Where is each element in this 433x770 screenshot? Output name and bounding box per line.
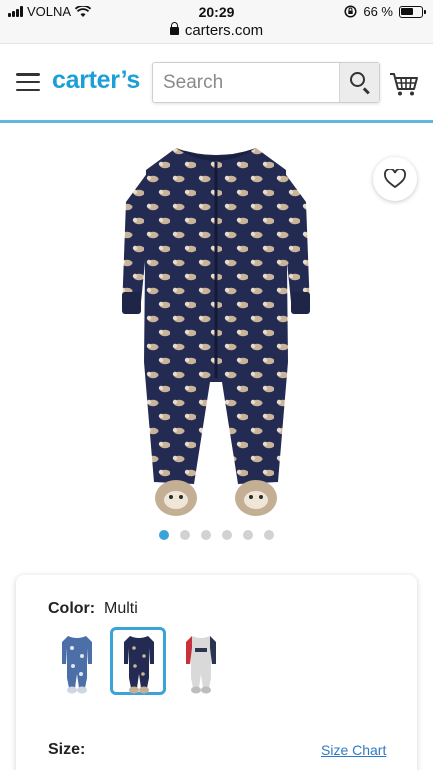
swatch-gray-red[interactable] xyxy=(172,627,228,695)
status-bar: VOLNA 20:29 66 % xyxy=(0,0,433,24)
swatch-navy-sloth[interactable] xyxy=(110,627,166,695)
color-swatches xyxy=(48,627,228,695)
size-chart-link[interactable]: Size Chart xyxy=(321,742,386,758)
carousel-dot-3[interactable] xyxy=(201,530,211,540)
carousel-dot-1[interactable] xyxy=(159,530,169,540)
size-label: Size: xyxy=(48,741,86,758)
orientation-lock-icon xyxy=(344,5,357,18)
status-right: 66 % xyxy=(344,4,426,19)
carousel-dot-5[interactable] xyxy=(243,530,253,540)
url-bar[interactable]: carters.com xyxy=(0,22,433,44)
cart-icon[interactable] xyxy=(389,71,419,97)
carousel-dot-4[interactable] xyxy=(222,530,232,540)
swatch-image xyxy=(62,636,92,694)
color-label: Color: xyxy=(48,600,96,617)
swatch-blue-print[interactable] xyxy=(48,627,104,695)
product-options-card: Color: Multi Size: Size Chart xyxy=(16,575,417,770)
battery-icon xyxy=(399,5,426,18)
swatch-image xyxy=(186,636,216,694)
site-header: carter’s xyxy=(0,45,433,121)
wishlist-button[interactable] xyxy=(373,157,417,201)
search-button[interactable] xyxy=(339,63,379,102)
search-box xyxy=(152,62,380,103)
product-image[interactable] xyxy=(118,142,314,522)
carousel-dot-2[interactable] xyxy=(180,530,190,540)
carousel-dot-6[interactable] xyxy=(264,530,274,540)
url-text: carters.com xyxy=(184,22,264,39)
heart-icon xyxy=(384,169,406,189)
carousel-pagination xyxy=(159,530,274,540)
hamburger-menu-icon[interactable] xyxy=(16,73,40,91)
site-logo[interactable]: carter’s xyxy=(52,66,140,95)
color-value: Multi xyxy=(104,600,138,617)
header-divider xyxy=(0,120,433,123)
search-input[interactable] xyxy=(153,63,339,102)
search-icon xyxy=(350,72,365,87)
swatch-image xyxy=(124,636,154,694)
color-row: Color: Multi xyxy=(48,600,138,618)
battery-percent: 66 % xyxy=(363,4,393,19)
product-image-carousel[interactable] xyxy=(0,124,433,564)
battery-level xyxy=(401,7,413,15)
lock-icon xyxy=(169,22,179,35)
